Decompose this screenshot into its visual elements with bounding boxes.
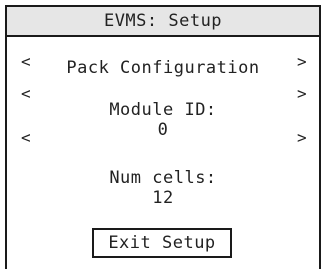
setup-panel: EVMS: Setup < Pack Configuration > < > M… [5,5,321,269]
window-title: EVMS: Setup [103,11,223,31]
num-cells-value: 12 [152,188,174,208]
num-cells-label: Num cells: [109,168,217,188]
next-page-arrow[interactable]: > [297,54,307,70]
exit-setup-button[interactable]: Exit Setup [92,228,232,258]
increment-module-id-arrow[interactable]: > [297,130,307,146]
title-bar: EVMS: Setup [7,7,319,37]
menu-title: Pack Configuration [66,58,260,78]
module-id-value: 0 [157,120,169,140]
decrement-module-id-arrow[interactable]: < [21,130,31,146]
module-id-label: Module ID: [109,100,217,120]
